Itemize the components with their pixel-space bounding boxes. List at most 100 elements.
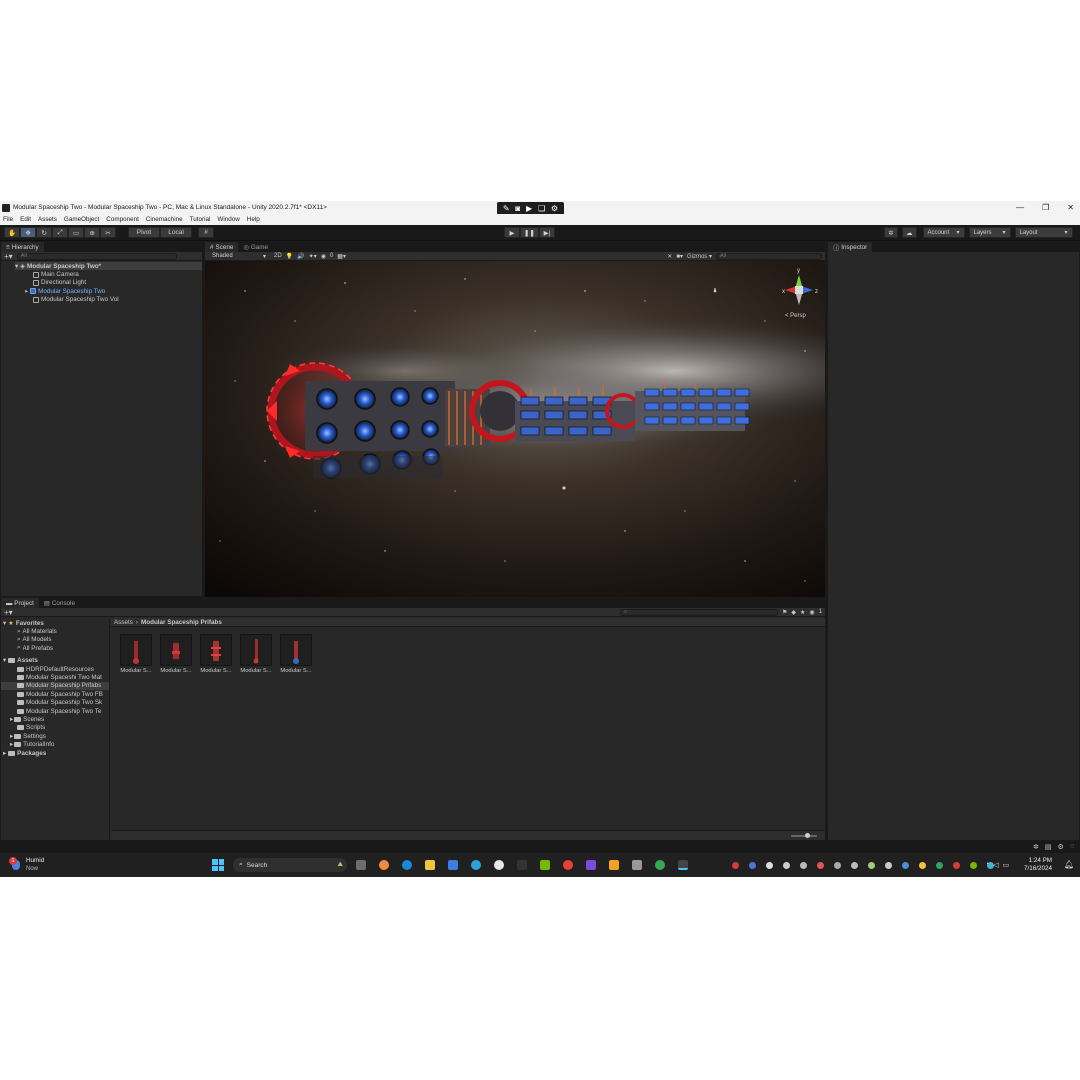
tab-console[interactable]: ▤ Console	[38, 598, 80, 608]
menu-cinemachine[interactable]: Cinemachine	[146, 216, 183, 223]
folder-item[interactable]: ▸ Settings	[1, 732, 109, 740]
scale-tool-icon[interactable]: ⤢	[52, 227, 69, 238]
camera-dropdown-icon[interactable]: ■▾	[676, 253, 683, 260]
persp-label[interactable]: < Persp	[785, 313, 807, 319]
menu-help[interactable]: Help	[247, 216, 260, 223]
tray-onedrive-icon[interactable]	[800, 862, 807, 869]
folder-item[interactable]: Modular Spaceship Two FB	[1, 690, 109, 698]
menu-tutorial[interactable]: Tutorial	[190, 216, 211, 223]
shading-dropdown[interactable]: Shaded ▾	[208, 252, 270, 260]
scene-viewport[interactable]: x y z < Persp	[205, 261, 825, 597]
cache-server-icon[interactable]: ▤	[1045, 843, 1052, 851]
hierarchy-item[interactable]: ▸ Modular Spaceship Two	[17, 287, 202, 295]
transform-tool-icon[interactable]: ⊕	[84, 227, 101, 238]
folder-item-selected[interactable]: Modular Spaceship Prifabs	[1, 681, 109, 691]
browser-icon[interactable]	[471, 860, 481, 870]
unity-taskbar-icon[interactable]	[678, 860, 688, 870]
project-search-input[interactable]: ⌕	[620, 608, 778, 616]
collab-icon[interactable]: ✲	[884, 227, 898, 238]
maximize-button[interactable]: ❐	[1042, 203, 1049, 212]
rect-tool-icon[interactable]: ▭	[68, 227, 85, 238]
chrome-profile-icon[interactable]	[655, 860, 665, 870]
hierarchy-scene-root[interactable]: ▾ ◈ Modular Spaceship Two*	[15, 262, 202, 271]
copilot-icon[interactable]	[379, 860, 389, 870]
hierarchy-item[interactable]: Modular Spaceship Two Vol	[17, 296, 202, 304]
hand-tool-icon[interactable]: ✋	[4, 227, 21, 238]
2d-toggle[interactable]: 2D	[274, 253, 282, 259]
minimize-button[interactable]: —	[1016, 203, 1024, 212]
store-icon[interactable]	[448, 860, 458, 870]
app-icon[interactable]	[517, 860, 527, 870]
edit-icon[interactable]: ✎	[503, 204, 510, 213]
favorite-item[interactable]: ⌕ All Models	[1, 636, 109, 644]
filter-label-icon[interactable]: ◆	[791, 609, 796, 616]
play-button-icon[interactable]: ▶	[504, 227, 520, 238]
tray-status[interactable]: ◔ ◁ ▭	[985, 861, 1009, 869]
hierarchy-item[interactable]: Main Camera	[17, 270, 202, 278]
menu-gameobject[interactable]: GameObject	[64, 216, 99, 223]
progress-icon[interactable]: ◌	[1070, 843, 1074, 851]
debug-mode-icon[interactable]: ⚙	[1058, 843, 1064, 851]
visibility-icon[interactable]: ◉	[321, 253, 326, 260]
pivot-toggle[interactable]: Pivot	[128, 227, 160, 238]
windows-start-icon[interactable]	[212, 859, 224, 871]
audio-icon[interactable]: 🔊	[297, 253, 304, 260]
effects-icon[interactable]: ✦▾	[309, 253, 317, 260]
assets-header[interactable]: ▾ Assets	[1, 657, 109, 665]
tab-project[interactable]: ▬ Project	[1, 598, 39, 608]
tab-scene[interactable]: # Scene	[205, 242, 239, 252]
pause-button-icon[interactable]: ❚❚	[520, 227, 539, 238]
gizmos-dropdown[interactable]: Gizmos ▾	[687, 253, 712, 260]
settings-gear-icon[interactable]: ⚙	[551, 204, 558, 213]
tray-app4-icon[interactable]	[919, 862, 926, 869]
asset-tile[interactable]: Modular S...	[237, 634, 275, 674]
asset-tile[interactable]: Modular S...	[197, 634, 235, 674]
account-dropdown[interactable]: Account ▾	[922, 227, 965, 238]
add-icon[interactable]: +▾	[4, 252, 13, 261]
slider-handle[interactable]	[805, 833, 810, 838]
tray-app5-icon[interactable]	[936, 862, 943, 869]
clipchamp-icon[interactable]	[586, 860, 596, 870]
rotate-tool-icon[interactable]: ↻	[36, 227, 53, 238]
tray-green-icon[interactable]	[868, 862, 875, 869]
tray-app6-icon[interactable]	[953, 862, 960, 869]
tab-game[interactable]: ◎ Game	[238, 242, 274, 252]
tray-app3-icon[interactable]	[902, 862, 909, 869]
chrome-icon[interactable]	[563, 860, 573, 870]
favorite-item[interactable]: ⌕ All Materials	[1, 627, 109, 636]
breadcrumb-current[interactable]: Modular Spaceship Prifabs	[141, 619, 222, 626]
weather-widget[interactable]: 1 Humid Now	[9, 857, 44, 873]
lighting-icon[interactable]: 💡	[286, 253, 293, 260]
tools-icon[interactable]: ✕	[667, 253, 672, 260]
menu-edit[interactable]: Edit	[20, 216, 31, 223]
breadcrumb-assets[interactable]: Assets	[114, 619, 133, 626]
folder-item[interactable]: Modular Spaceshi Two Mat	[1, 673, 109, 681]
grid-snap-icon[interactable]: #	[198, 227, 214, 238]
cloud-icon[interactable]: ☁	[902, 227, 917, 238]
close-button[interactable]: ✕	[1067, 203, 1074, 212]
folder-item[interactable]: Scripts	[1, 724, 109, 732]
filter-type-icon[interactable]: ⚑	[782, 609, 787, 616]
tray-teams-icon[interactable]	[749, 862, 756, 869]
asset-tile[interactable]: Modular S...	[157, 634, 195, 674]
asset-tile[interactable]: Modular S...	[117, 634, 155, 674]
tray-steam-icon[interactable]	[783, 862, 790, 869]
layout-dropdown[interactable]: Layout ▾	[1014, 227, 1073, 238]
grid-icon[interactable]: ▦▾	[337, 253, 346, 260]
move-tool-icon[interactable]: ✥	[20, 227, 37, 238]
taskbar-search-box[interactable]: ⌕ Search ⛰	[233, 858, 347, 872]
folder-item[interactable]: ▸ TutorialInfo	[1, 740, 109, 748]
tab-inspector[interactable]: ⓘ Inspector	[828, 242, 873, 252]
hierarchy-search-input[interactable]: All	[16, 252, 177, 260]
notification-bell-icon[interactable]: 🔔︎	[1064, 860, 1074, 869]
gallery-icon[interactable]: ❏	[538, 204, 545, 213]
favorites-header[interactable]: ▾ ★ Favorites	[1, 619, 109, 627]
tray-nvidia-icon[interactable]	[970, 862, 977, 869]
scene-search-input[interactable]: All	[716, 252, 822, 260]
layers-dropdown[interactable]: Layers ▾	[968, 227, 1011, 238]
menu-window[interactable]: Window	[217, 216, 239, 223]
edge-icon[interactable]	[402, 860, 412, 870]
tray-bluetooth-icon[interactable]	[834, 862, 841, 869]
snipping-tool-icon[interactable]	[632, 860, 642, 870]
folder-item[interactable]: HDRPDefaultResources	[1, 665, 109, 673]
